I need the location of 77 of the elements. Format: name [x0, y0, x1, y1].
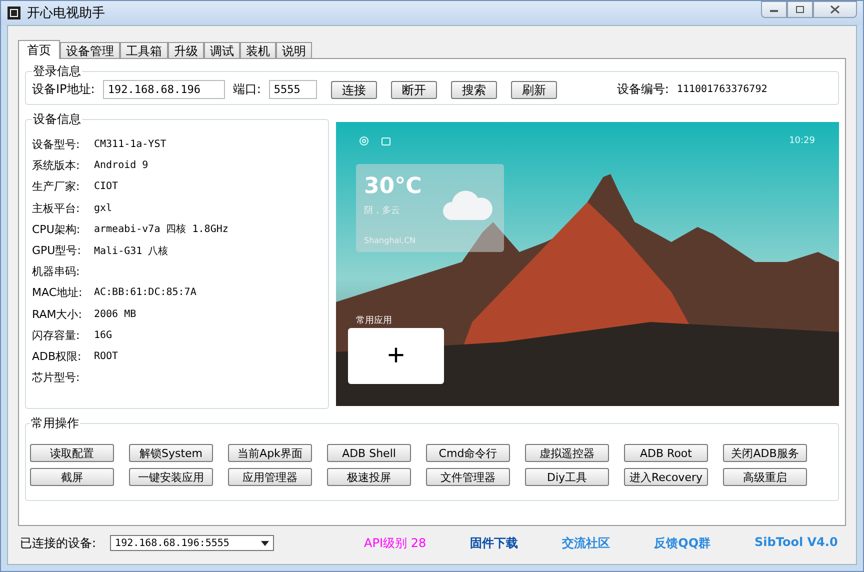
device-id-value: 111001763376792 — [676, 84, 768, 95]
apps-label: 常用应用 — [356, 314, 392, 327]
tab[interactable]: 首页 — [18, 40, 60, 59]
port-input[interactable]: 5555 — [268, 80, 317, 99]
info-value: Android 9 — [94, 160, 148, 172]
info-value: Mali-G31 八核 — [94, 244, 168, 258]
info-value: gxl — [94, 202, 112, 214]
tab[interactable]: 说明 — [276, 42, 312, 58]
tab[interactable]: 工具箱 — [120, 42, 168, 58]
operation-button[interactable]: Diy工具 — [525, 468, 609, 486]
temperature-text: 30°C — [364, 174, 422, 199]
tab[interactable]: 装机 — [240, 42, 276, 58]
action-button[interactable]: 连接 — [330, 80, 377, 98]
operation-button[interactable]: 读取配置 — [30, 444, 114, 462]
add-app-button[interactable]: + — [348, 328, 444, 384]
operation-button[interactable]: 文件管理器 — [426, 468, 510, 486]
operation-button[interactable]: 进入Recovery — [624, 468, 708, 486]
app-icon — [7, 6, 21, 20]
tab[interactable]: 设备管理 — [60, 42, 120, 58]
info-value: CM311-1a-YST — [94, 139, 166, 150]
weather-text: 阴，多云 — [364, 204, 400, 217]
window-title: 开心电视助手 — [27, 5, 105, 22]
operation-button[interactable]: ADB Shell — [327, 444, 411, 462]
info-value: armeabi-v7a 四核 1.8GHz — [94, 222, 228, 236]
operation-button[interactable]: ADB Root — [624, 444, 708, 462]
info-label: CPU架构: — [32, 222, 82, 237]
info-label: MAC地址: — [32, 285, 84, 300]
info-label: 主板平台: — [32, 200, 81, 216]
group-title: 设备信息 — [32, 111, 82, 128]
device-dropdown[interactable]: 192.168.68.196:5555 — [110, 535, 274, 551]
operation-button[interactable]: 高级重启 — [723, 468, 807, 486]
connected-device-label: 已连接的设备: — [20, 534, 96, 552]
info-value: AC:BB:61:DC:85:7A — [94, 287, 196, 298]
operation-button[interactable]: 解锁System — [129, 444, 213, 462]
info-label: GPU型号: — [32, 243, 82, 258]
action-button[interactable]: 断开 — [390, 80, 437, 98]
operation-button[interactable]: 当前Apk界面 — [228, 444, 312, 462]
group-title: 登录信息 — [32, 63, 82, 80]
tab[interactable]: 升级 — [168, 42, 204, 58]
operation-button[interactable]: 一键安装应用 — [129, 468, 213, 486]
action-button[interactable]: 刷新 — [510, 80, 557, 98]
clock-text: 10:29 — [789, 136, 815, 146]
minimize-button[interactable] — [761, 1, 787, 18]
operation-button[interactable]: 应用管理器 — [228, 468, 312, 486]
operation-button[interactable]: 极速投屏 — [327, 468, 411, 486]
close-button[interactable] — [813, 1, 857, 18]
maximize-button[interactable] — [787, 1, 813, 18]
info-label: 芯片型号: — [32, 370, 81, 386]
action-button[interactable]: 搜索 — [450, 80, 497, 98]
tv-icon — [381, 136, 391, 146]
operation-button[interactable]: 虚拟遥控器 — [525, 444, 609, 462]
operation-button[interactable]: Cmd命令行 — [426, 444, 510, 462]
ip-label: 设备IP地址: — [32, 81, 95, 98]
group-title: 常用操作 — [30, 415, 80, 432]
info-value: 16G — [94, 330, 112, 341]
operation-button[interactable]: 关闭ADB服务 — [723, 444, 807, 462]
info-label: RAM大小: — [32, 306, 83, 322]
port-label: 端口: — [232, 81, 261, 98]
info-value: CIOT — [94, 181, 118, 192]
ip-input[interactable]: 192.168.68.196 — [102, 80, 225, 99]
info-value: ROOT — [94, 350, 118, 362]
info-label: 生产厂家: — [32, 179, 81, 194]
info-value: 2006 MB — [94, 308, 136, 320]
maximize-icon — [795, 5, 805, 14]
info-label: 机器串码: — [32, 264, 81, 280]
info-label: 设备型号: — [32, 137, 81, 152]
tab[interactable]: 调试 — [204, 42, 240, 58]
device-id-label: 设备编号: — [616, 81, 669, 98]
info-label: 闪存容量: — [32, 328, 81, 343]
settings-icon — [359, 136, 369, 146]
status-link[interactable]: 固件下载 — [470, 534, 518, 552]
location-text: Shanghai,CN — [364, 236, 416, 245]
close-icon — [830, 5, 840, 14]
info-label: 系统版本: — [32, 158, 81, 174]
info-label: ADB权限: — [32, 348, 82, 364]
caret-icon — [261, 540, 270, 546]
operation-button[interactable]: 截屏 — [30, 468, 114, 486]
